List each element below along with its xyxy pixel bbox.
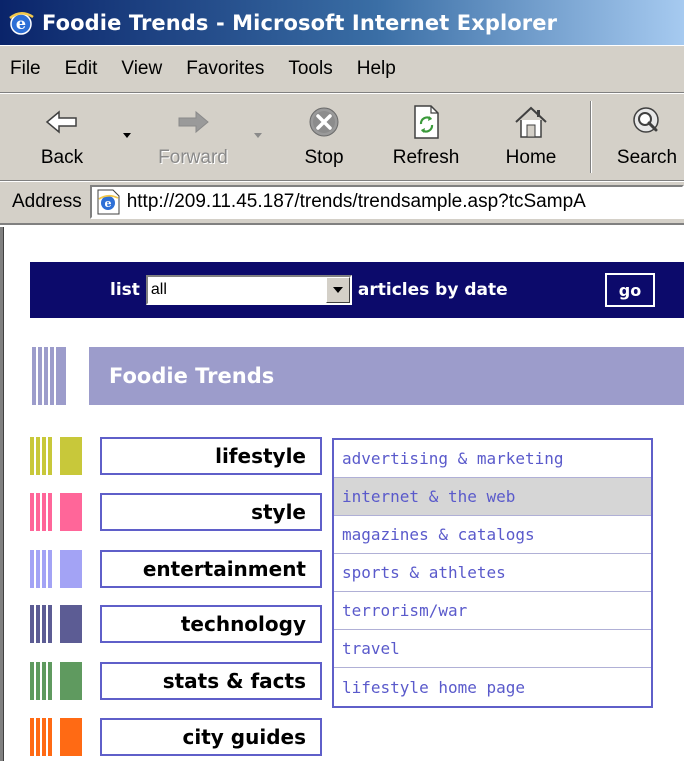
articles-by-date-label: articles by date [357,280,508,300]
section-banner: Foodie Trends [89,347,684,405]
search-icon [629,99,665,145]
category-box[interactable]: technology [100,605,322,643]
chevron-down-icon[interactable] [325,277,350,303]
article-filter-bar: list all articles by date go [30,262,684,318]
svg-text:e: e [16,14,26,33]
search-label: Search [616,147,678,168]
home-icon [513,99,549,145]
category-label: style [251,500,306,524]
address-input[interactable]: e http://209.11.45.187/trends/trendsampl… [89,185,684,219]
category-stripes [30,493,82,531]
category-label: stats & facts [162,669,306,693]
search-button[interactable]: Search [612,99,682,177]
menu-tools[interactable]: Tools [278,58,346,80]
category-technology[interactable]: technology [30,605,322,643]
menu-help[interactable]: Help [347,58,410,80]
category-box[interactable]: style [100,493,322,531]
list-label: list [110,280,140,300]
back-arrow-icon [45,99,79,145]
submenu-link-terrorism-war[interactable]: terrorism/war [334,592,651,630]
ie-logo-icon: e [6,8,36,38]
submenu-link-lifestyle-home[interactable]: lifestyle home page [334,668,651,706]
forward-dropdown-icon[interactable] [254,133,262,138]
content-left-border [0,227,4,761]
category-stripes [30,662,82,700]
category-city-guides[interactable]: city guides [30,718,322,756]
stop-label: Stop [304,147,344,168]
menu-bar: File Edit View Favorites Tools Help [0,45,684,93]
refresh-label: Refresh [392,147,460,168]
submenu-link-sports-athletes[interactable]: sports & athletes [334,554,651,592]
submenu-link-internet-web[interactable]: internet & the web [334,478,651,516]
menu-view[interactable]: View [111,58,176,80]
menu-favorites[interactable]: Favorites [176,58,278,80]
back-button[interactable]: Back [34,99,90,177]
forward-label: Forward [158,147,228,168]
submenu-link-magazines-catalogs[interactable]: magazines & catalogs [334,516,651,554]
standard-toolbar: Back Forward Stop Refresh Home Search [0,93,684,181]
address-label: Address [12,191,82,212]
submenu-link-advertising-marketing[interactable]: advertising & marketing [334,440,651,478]
article-category-select[interactable]: all [145,275,352,305]
lifestyle-submenu: advertising & marketing internet & the w… [332,438,653,708]
go-button[interactable]: go [605,273,655,307]
home-label: Home [505,147,557,168]
stop-icon [307,99,341,145]
window-title: Foodie Trends - Microsoft Internet Explo… [42,10,558,35]
menu-edit[interactable]: Edit [55,58,112,80]
category-label: technology [180,612,306,636]
back-label: Back [40,147,84,168]
forward-button[interactable]: Forward [148,99,238,177]
refresh-button[interactable]: Refresh [386,99,466,177]
ie-page-icon: e [95,189,121,215]
category-lifestyle[interactable]: lifestyle [30,437,322,475]
category-style[interactable]: style [30,493,322,531]
category-box[interactable]: entertainment [100,550,322,588]
category-stats-facts[interactable]: stats & facts [30,662,322,700]
url-text: http://209.11.45.187/trends/trendsample.… [126,191,586,212]
category-stripes [30,550,82,588]
menu-file[interactable]: File [0,58,55,80]
refresh-icon [411,99,441,145]
category-stripes [30,605,82,643]
category-label: entertainment [142,557,306,581]
select-value: all [150,281,167,298]
back-dropdown-icon[interactable] [123,133,131,138]
banner-title: Foodie Trends [109,364,275,388]
category-box[interactable]: lifestyle [100,437,322,475]
address-bar: Address e http://209.11.45.187/trends/tr… [0,181,684,225]
category-entertainment[interactable]: entertainment [30,550,322,588]
category-box[interactable]: city guides [100,718,322,756]
category-stripes [30,437,82,475]
submenu-link-travel[interactable]: travel [334,630,651,668]
forward-arrow-icon [176,99,210,145]
toolbar-separator [590,101,592,173]
category-label: city guides [182,725,306,749]
category-label: lifestyle [215,444,306,468]
banner-stripes [32,347,66,405]
svg-text:e: e [104,197,111,210]
title-bar: e Foodie Trends - Microsoft Internet Exp… [0,0,684,45]
stop-button[interactable]: Stop [296,99,352,177]
category-box[interactable]: stats & facts [100,662,322,700]
category-stripes [30,718,82,756]
home-button[interactable]: Home [500,99,562,177]
